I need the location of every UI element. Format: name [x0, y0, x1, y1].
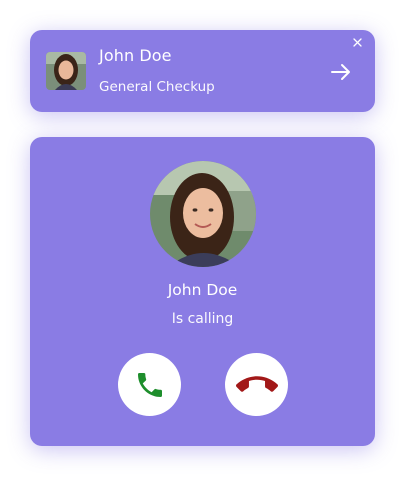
incoming-call-notification[interactable]: John Doe General Checkup: [30, 30, 375, 112]
notification-avatar: [46, 52, 86, 90]
notification-caller-name: John Doe: [99, 46, 172, 65]
caller-avatar: [150, 161, 256, 267]
arrow-right-icon[interactable]: [329, 60, 353, 84]
incoming-call-card: John Doe Is calling: [30, 137, 375, 446]
accept-call-button[interactable]: [118, 353, 181, 416]
phone-accept-icon: [137, 372, 162, 397]
call-status: Is calling: [171, 311, 234, 327]
phone-decline-icon: [235, 375, 278, 392]
close-icon[interactable]: [351, 36, 363, 48]
notification-subtitle: General Checkup: [99, 79, 215, 95]
decline-call-button[interactable]: [225, 353, 288, 416]
caller-name: John Doe: [167, 281, 238, 299]
